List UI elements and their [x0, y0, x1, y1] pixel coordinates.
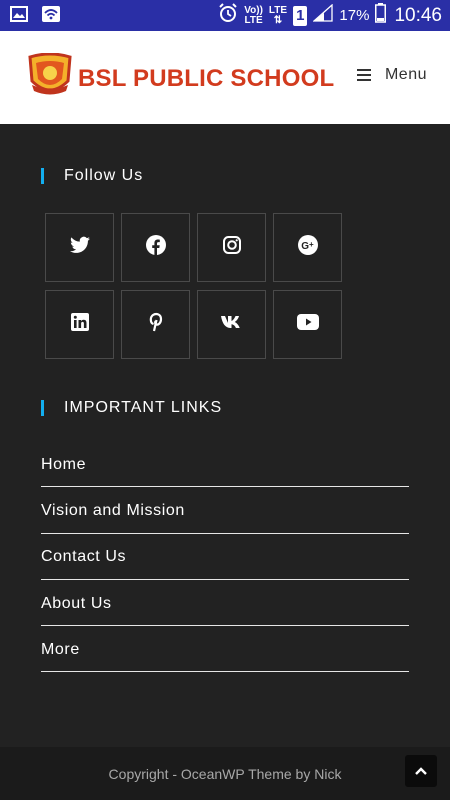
instagram-icon	[222, 236, 241, 259]
lte-indicator: LTE ⇅	[268, 4, 288, 26]
link-vision-and-mission[interactable]: Vision and Mission	[41, 487, 409, 534]
alarm-icon	[218, 3, 238, 28]
heading-accent-bar	[41, 400, 44, 416]
facebook-link[interactable]	[121, 213, 190, 282]
svg-text:+: +	[309, 240, 314, 249]
site-logo[interactable]: BSL PUBLIC SCHOOL	[26, 52, 335, 104]
hamburger-icon	[356, 69, 371, 81]
menu-button[interactable]: Menu	[356, 66, 427, 84]
link-about-us[interactable]: About Us	[41, 580, 409, 627]
important-links-list: Home Vision and Mission Contact Us About…	[41, 441, 409, 673]
gallery-icon	[10, 6, 28, 27]
google-plus-link[interactable]: G +	[273, 213, 342, 282]
site-header: BSL PUBLIC SCHOOL Menu	[0, 31, 450, 124]
signal-icon	[312, 3, 334, 27]
wifi-settings-icon	[42, 6, 60, 27]
google-plus-icon: G +	[297, 235, 318, 260]
linkedin-icon	[70, 313, 89, 336]
pinterest-link[interactable]	[121, 290, 190, 359]
clock: 10:46	[394, 4, 442, 26]
follow-us-heading: Follow Us	[41, 167, 144, 184]
copyright-text: Copyright - OceanWP Theme by Nick	[108, 766, 342, 782]
vk-icon	[220, 315, 243, 334]
important-links-heading: IMPORTANT LINKS	[41, 399, 223, 416]
chevron-up-icon	[415, 762, 427, 780]
link-home[interactable]: Home	[41, 441, 409, 488]
sim-indicator: 1	[293, 5, 308, 26]
status-bar: Vo)) LTE LTE ⇅ 1 17% 10:46	[0, 0, 450, 31]
menu-label: Menu	[384, 66, 427, 83]
svg-text:G: G	[301, 241, 309, 252]
battery-percent: 17%	[339, 7, 370, 24]
twitter-icon	[69, 236, 90, 259]
youtube-link[interactable]	[273, 290, 342, 359]
linkedin-link[interactable]	[45, 290, 114, 359]
volte-indicator: Vo)) LTE	[244, 4, 263, 26]
heading-accent-bar	[41, 168, 44, 184]
battery-icon	[375, 3, 387, 28]
link-contact-us[interactable]: Contact Us	[41, 534, 409, 580]
site-footer: Copyright - OceanWP Theme by Nick	[0, 747, 450, 800]
vk-link[interactable]	[197, 290, 266, 359]
instagram-link[interactable]	[197, 213, 266, 282]
youtube-icon	[296, 314, 319, 335]
scroll-to-top-button[interactable]	[405, 755, 437, 787]
follow-us-title: Follow Us	[64, 167, 144, 184]
school-crest-icon	[26, 52, 74, 104]
important-links-title: IMPORTANT LINKS	[64, 399, 223, 416]
facebook-icon	[145, 235, 166, 260]
pinterest-icon	[149, 312, 163, 337]
twitter-link[interactable]	[45, 213, 114, 282]
school-name: BSL PUBLIC SCHOOL	[78, 64, 335, 92]
link-more[interactable]: More	[41, 626, 409, 673]
